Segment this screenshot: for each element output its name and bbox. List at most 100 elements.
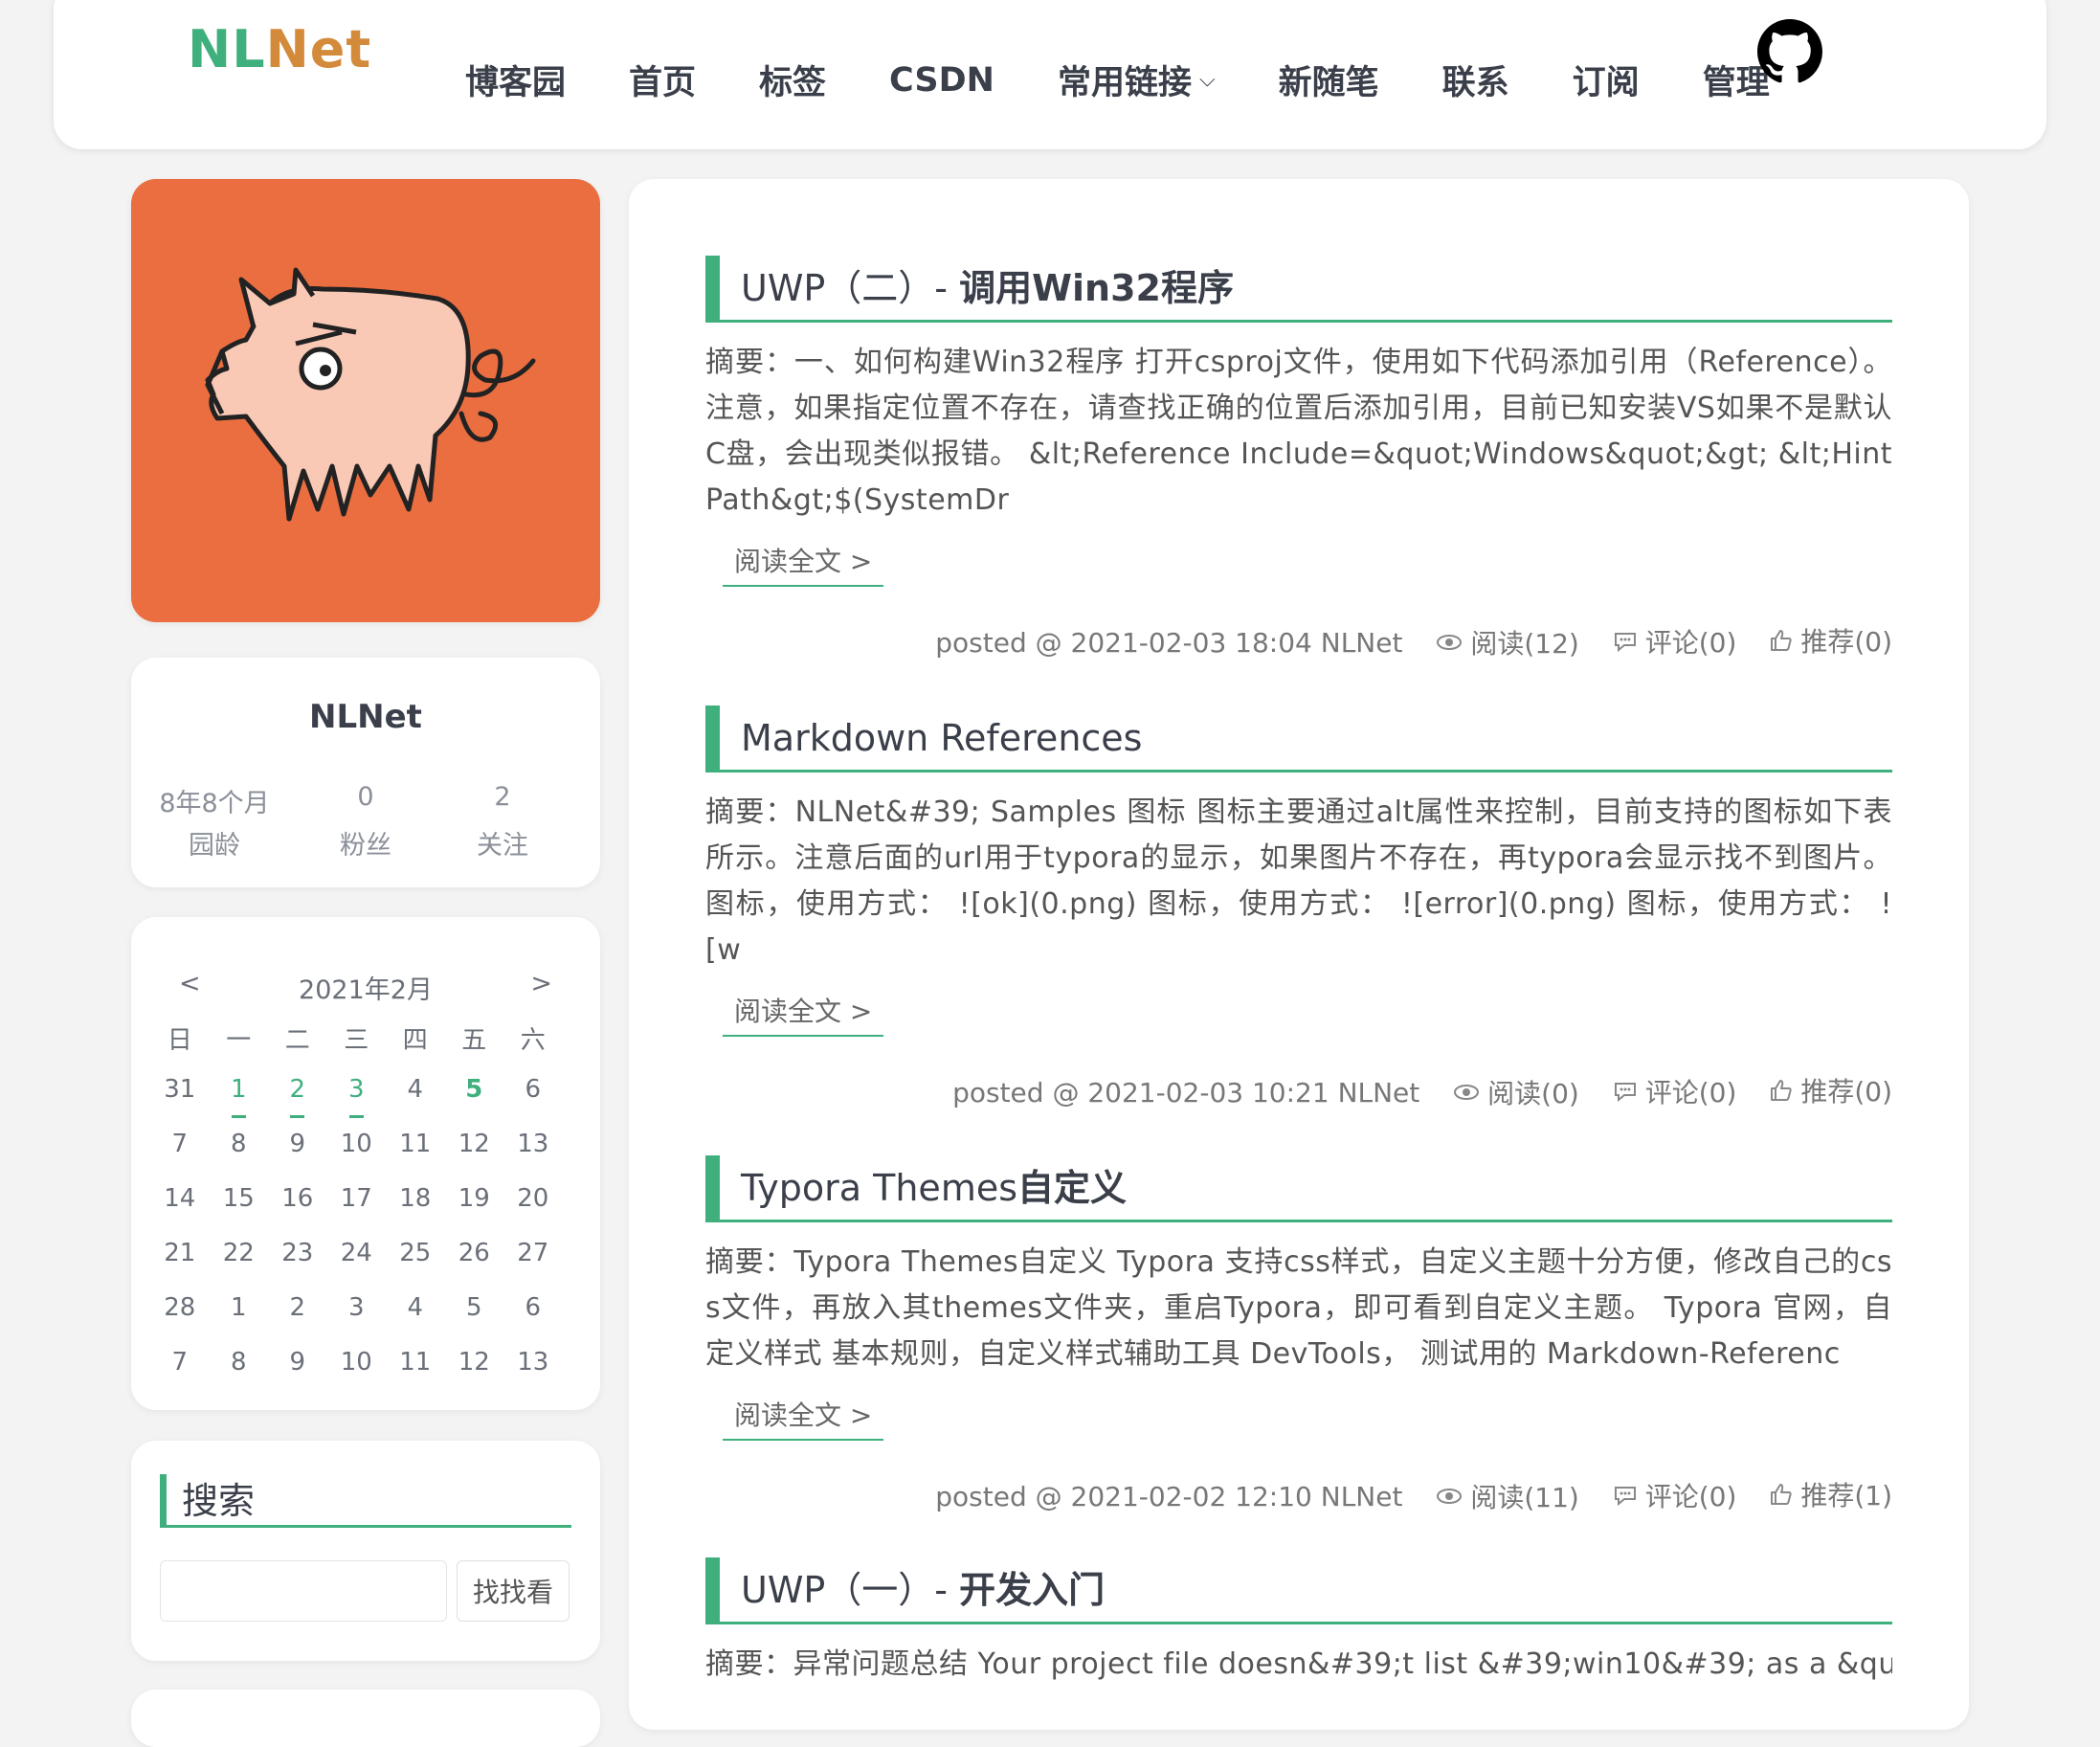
calendar-day: 9 <box>289 1348 306 1377</box>
calendar-day: 4 <box>407 1293 424 1322</box>
calendar-weekday: 一 <box>226 1026 252 1055</box>
calendar-week-row: 14 15 16 17 18 19 20 <box>150 1184 563 1239</box>
calendar-day: 23 <box>281 1239 314 1267</box>
views-link[interactable]: 阅读(12) <box>1436 623 1579 661</box>
calendar-day: 22 <box>222 1239 255 1267</box>
comments-link[interactable]: 评论(0) <box>1613 622 1737 661</box>
recommend-count: 推荐(0) <box>1800 626 1892 658</box>
calendar-day: 7 <box>171 1348 189 1377</box>
calendar-next-button[interactable]: > <box>530 969 552 998</box>
nav-label: 新随笔 <box>1278 64 1379 102</box>
chevron-down-icon: ⌵ <box>1198 68 1216 92</box>
calendar-day: 16 <box>281 1184 314 1213</box>
calendar-week-row: 31 1 2 3 4 5 6 <box>150 1075 563 1130</box>
profile-card: NLNet 8年8个月 园龄 0 粉丝 2 关注 <box>131 658 600 887</box>
site-logo[interactable]: NLNet <box>188 19 371 79</box>
post-title[interactable]: Markdown References <box>705 706 1892 773</box>
views-link[interactable]: 阅读(0) <box>1453 1073 1579 1111</box>
calendar-day: 1 <box>230 1293 247 1322</box>
search-title: 搜索 <box>160 1474 571 1528</box>
recommend-count: 推荐(0) <box>1800 1076 1892 1108</box>
nav-common-links[interactable]: 常用链接 ⌵ <box>1058 56 1216 104</box>
nav-subscribe[interactable]: 订阅 <box>1573 56 1640 104</box>
calendar-day: 27 <box>517 1239 549 1267</box>
calendar-day: 5 <box>465 1293 482 1322</box>
stat-label: 粉丝 <box>340 831 391 861</box>
main-nav: 博客园 首页 标签 CSDN 常用链接 ⌵ 新随笔 联系 订阅 管理 <box>465 56 1833 104</box>
calendar-day[interactable]: 1 <box>210 1075 269 1130</box>
post-title-part: 调用Win32程序 <box>959 267 1234 309</box>
calendar-day[interactable]: 3 <box>327 1075 387 1130</box>
calendar-week-row: 28 1 2 3 4 5 6 <box>150 1293 563 1348</box>
calendar-week-row: 7 8 9 10 11 12 13 <box>150 1130 563 1184</box>
profile-name[interactable]: NLNet <box>131 698 600 736</box>
recommend-link[interactable]: 推荐(1) <box>1770 1475 1892 1513</box>
nav-contact[interactable]: 联系 <box>1442 56 1509 104</box>
nav-new-post[interactable]: 新随笔 <box>1279 56 1379 104</box>
nav-label: 标签 <box>759 64 827 102</box>
post-title[interactable]: UWP（一）- 开发入门 <box>705 1557 1892 1624</box>
top-header: NLNet 博客园 首页 标签 CSDN 常用链接 ⌵ 新随笔 联系 订阅 管理 <box>54 0 2046 149</box>
nav-tags[interactable]: 标签 <box>759 56 826 104</box>
stat-value: 8年8个月 <box>159 789 270 818</box>
calendar-day[interactable]: 2 <box>268 1075 327 1130</box>
comments-link[interactable]: 评论(0) <box>1613 1476 1736 1514</box>
post-summary: 摘要：一、如何构建Win32程序 打开csproj文件，使用如下代码添加引用（R… <box>705 346 1892 517</box>
calendar-week-row: 21 22 23 24 25 26 27 <box>150 1239 563 1293</box>
post-title-part: Markdown References <box>741 717 1143 759</box>
views-count: 阅读(0) <box>1487 1078 1579 1109</box>
nav-csdn[interactable]: CSDN <box>889 61 994 100</box>
calendar-day: 8 <box>230 1348 247 1377</box>
stat-blog-age: 8年8个月 园龄 <box>138 782 291 862</box>
recommend-link[interactable]: 推荐(0) <box>1770 1071 1892 1109</box>
nav-home[interactable]: 首页 <box>629 56 696 104</box>
views-count: 阅读(12) <box>1470 628 1579 660</box>
search-input[interactable] <box>160 1560 447 1622</box>
stat-label: 园龄 <box>189 831 240 861</box>
sidebar-next-card <box>131 1690 600 1747</box>
calendar-day: 12 <box>458 1348 490 1377</box>
comments-count: 评论(0) <box>1644 627 1737 659</box>
search-button[interactable]: 找找看 <box>457 1560 570 1622</box>
stat-following[interactable]: 2 关注 <box>426 782 579 862</box>
post-title[interactable]: Typora Themes自定义 <box>705 1155 1892 1222</box>
nav-label: 首页 <box>629 64 697 102</box>
calendar-day: 11 <box>399 1130 432 1158</box>
calendar-grid: 日一二三四五六 31 1 2 3 4 5 6 7 8 9 10 11 12 13 14 15 16 17 18 19 20… <box>150 1020 563 1402</box>
thumbs-up-icon <box>1771 1080 1792 1101</box>
post-item: UWP（一）- 开发入门 摘要：异常问题总结 Your project file… <box>705 1557 1892 1688</box>
comments-link[interactable]: 评论(0) <box>1613 1072 1736 1110</box>
eye-icon <box>1454 1085 1480 1100</box>
calendar-day: 13 <box>517 1130 549 1158</box>
thumbs-up-icon <box>1771 1484 1792 1505</box>
comment-icon <box>1614 1487 1636 1506</box>
calendar-day: 20 <box>517 1184 549 1213</box>
nav-label: 订阅 <box>1572 64 1640 102</box>
stat-followers[interactable]: 0 粉丝 <box>289 782 442 862</box>
calendar-day: 2 <box>289 1293 306 1322</box>
calendar-day: 11 <box>399 1348 432 1377</box>
post-title[interactable]: UWP（二）- 调用Win32程序 <box>705 256 1892 323</box>
calendar-day: 7 <box>171 1130 189 1158</box>
recommend-link[interactable]: 推荐(0) <box>1770 621 1892 660</box>
post-meta: posted @ 2021-02-02 12:10 NLNet 阅读(11) 评… <box>705 1475 1892 1515</box>
read-more-link[interactable]: 阅读全文 > <box>723 991 884 1037</box>
calendar-weekday: 六 <box>520 1026 546 1055</box>
calendar-day: 10 <box>340 1348 372 1377</box>
views-link[interactable]: 阅读(11) <box>1436 1477 1579 1515</box>
calendar-weekday: 五 <box>461 1026 487 1055</box>
read-more-link[interactable]: 阅读全文 > <box>723 541 884 587</box>
calendar-prev-button[interactable]: < <box>179 969 201 998</box>
views-count: 阅读(11) <box>1470 1482 1579 1513</box>
read-more-link[interactable]: 阅读全文 > <box>723 1395 884 1441</box>
avatar[interactable] <box>131 179 600 622</box>
calendar-weekday-row: 日一二三四五六 <box>150 1020 563 1075</box>
calendar-weekday: 三 <box>344 1026 369 1055</box>
calendar-day: 4 <box>407 1075 424 1104</box>
calendar-weekday: 二 <box>284 1026 310 1055</box>
github-icon[interactable] <box>1757 19 1822 84</box>
nav-cnblogs[interactable]: 博客园 <box>465 56 566 104</box>
post-summary: 摘要：NLNet&#39; Samples 图标 图标主要通过alt属性来控制，… <box>705 795 1892 967</box>
calendar-day: 25 <box>399 1239 432 1267</box>
logo-part-1: NL <box>188 19 266 79</box>
